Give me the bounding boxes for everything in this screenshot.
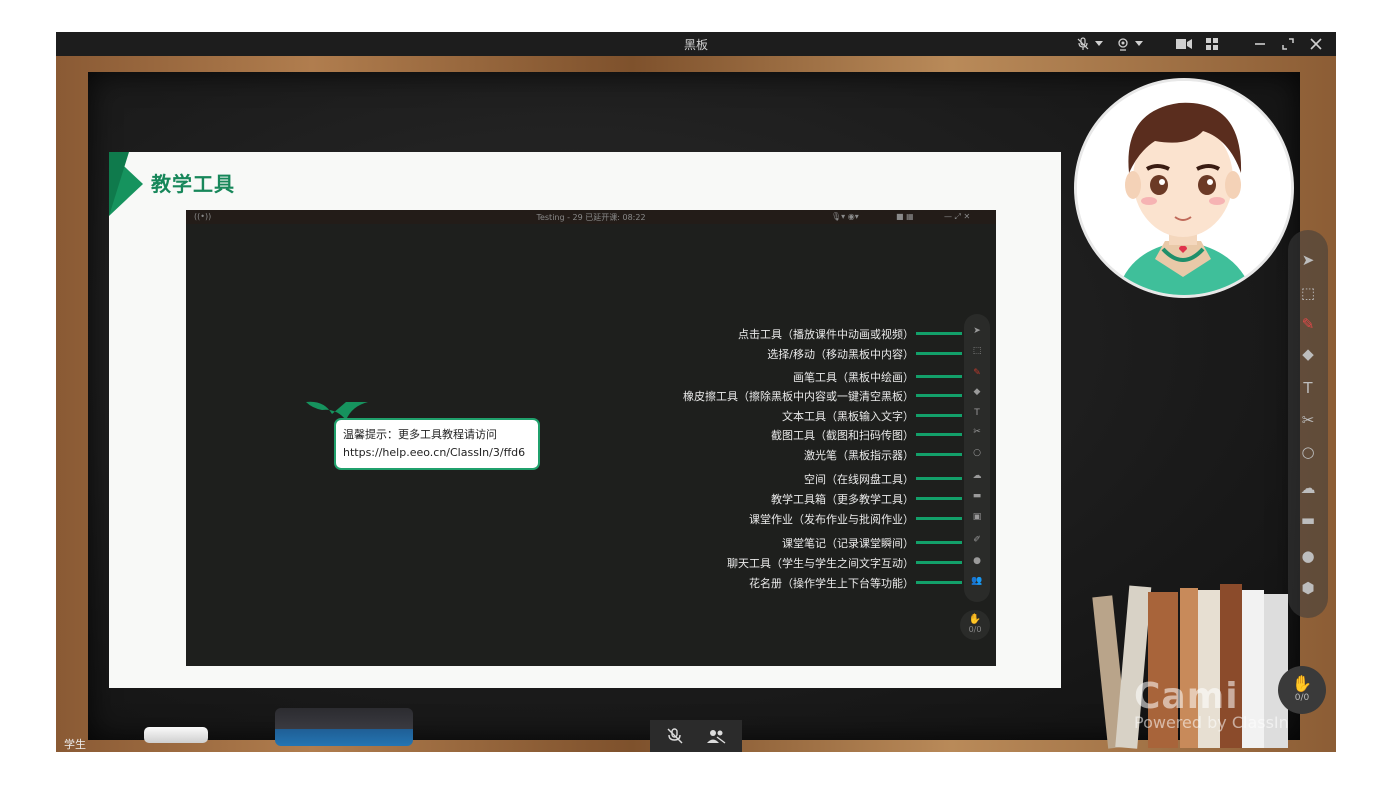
chevron-down-icon[interactable]: [1090, 35, 1108, 53]
text-icon[interactable]: T: [1300, 380, 1316, 396]
eraser-icon: ◆: [973, 387, 981, 397]
hand-icon: ✋: [1292, 674, 1312, 693]
mic-icon: 🎙▾ ◉▾: [831, 212, 859, 221]
guide-line: [916, 414, 962, 417]
eraser-icon[interactable]: ◆: [1300, 346, 1316, 362]
tool-label-screenshot: 截图工具（截图和扫码传图）: [771, 429, 914, 442]
screenshot-pager-count: 0/0: [968, 625, 982, 634]
tool-label-roster: 花名册（操作学生上下台等功能）: [749, 577, 914, 590]
guide-line: [916, 453, 962, 456]
homework-icon: ▣: [972, 512, 982, 522]
guide-line: [916, 541, 962, 544]
fullscreen-icon[interactable]: [1279, 35, 1297, 53]
courseware-slide[interactable]: 教学工具 ((•)) Testing - 29 已延开课: 08:22 🎙▾ ◉…: [109, 152, 1061, 688]
guide-line: [916, 561, 962, 564]
watermark-powered: Powered by ClassIn: [1134, 713, 1289, 732]
tool-label-pen: 画笔工具（黑板中绘画）: [793, 371, 914, 384]
text-icon: T: [974, 408, 980, 418]
watermark: Cami Powered by ClassIn: [1134, 676, 1289, 732]
mic-muted-icon[interactable]: [666, 728, 684, 748]
chevron-down-icon[interactable]: [1130, 35, 1148, 53]
window-controls-icon: — ⤢ ✕: [944, 212, 971, 221]
tool-label-homework: 课堂作业（发布作业与批阅作业）: [749, 513, 914, 526]
guide-line: [916, 581, 962, 584]
chat-icon: ●: [973, 556, 981, 566]
guide-line: [916, 394, 962, 397]
select-icon[interactable]: ⬚: [1300, 285, 1316, 301]
scissors-icon: ✂: [973, 427, 981, 437]
bottom-controls: [650, 720, 742, 752]
screenshot-toolbar: ➤ ⬚ ✎ ◆ T ✂ ○ ☁ ▬ ▣ ✐ ● 👥: [964, 314, 990, 602]
screenshot-title: Testing - 29 已延开课: 08:22: [536, 213, 646, 222]
tool-label-cloud: 空间（在线网盘工具）: [804, 473, 914, 486]
guide-line: [916, 332, 962, 335]
tool-label-eraser: 橡皮擦工具（擦除黑板中内容或一键清空黑板）: [683, 390, 914, 403]
chalk-decoration: [144, 727, 208, 743]
watermark-brand: Cami: [1134, 676, 1239, 717]
tool-label-laser: 激光笔（黑板指示器）: [804, 449, 914, 462]
whiteboard-toolbar: ➤ ⬚ ✎ ◆ T ✂ ○ ☁ ▬ ● ⬢: [1288, 230, 1328, 618]
video-icon: ■ ▦: [896, 212, 914, 221]
guide-line: [916, 375, 962, 378]
board-eraser-decoration: [275, 708, 413, 746]
tip-callout: 温馨提示：更多工具教程请访问 https://help.eeo.cn/Class…: [334, 418, 540, 470]
pointer-icon[interactable]: ➤: [1300, 252, 1316, 268]
guide-line: [916, 477, 962, 480]
tool-label-notes: 课堂笔记（记录课堂瞬间）: [782, 537, 914, 550]
blackboard-window: 黑板 教学工具 ((•)) Testing - 29 已延开课: 08:22 🎙…: [56, 32, 1336, 752]
roster-icon[interactable]: ⬢: [1300, 580, 1316, 596]
page-count: 0/0: [1294, 693, 1310, 703]
scissors-icon[interactable]: ✂: [1300, 412, 1316, 428]
tool-label-toolbox: 教学工具箱（更多教学工具）: [771, 493, 914, 506]
cloud-icon: ☁: [972, 471, 982, 481]
toolbox-icon: ▬: [972, 491, 982, 501]
guide-line: [916, 352, 962, 355]
guide-line: [916, 517, 962, 520]
screenshot-title-bar: ((•)) Testing - 29 已延开课: 08:22 🎙▾ ◉▾ ■ ▦…: [186, 210, 996, 224]
hand-icon: ✋: [968, 614, 982, 625]
grid-icon[interactable]: [1203, 35, 1221, 53]
pen-icon: ✎: [973, 368, 981, 378]
pen-icon[interactable]: ✎: [1300, 316, 1316, 332]
video-icon[interactable]: [1175, 35, 1193, 53]
tool-label-text: 文本工具（黑板输入文字）: [782, 410, 914, 423]
student-label: 学生: [64, 738, 86, 751]
cloud-icon[interactable]: ☁: [1300, 480, 1316, 496]
page-indicator[interactable]: ✋ 0/0: [1278, 666, 1326, 714]
students-icon[interactable]: [706, 728, 726, 748]
laser-icon: ○: [973, 448, 981, 458]
slide-title: 教学工具: [151, 172, 235, 196]
pointer-icon: ➤: [973, 326, 981, 336]
close-icon[interactable]: [1307, 35, 1325, 53]
select-icon: ⬚: [972, 346, 982, 356]
toolbox-icon[interactable]: ▬: [1300, 512, 1316, 528]
minimize-icon[interactable]: [1251, 35, 1269, 53]
laser-icon[interactable]: ○: [1300, 444, 1316, 460]
tip-url: https://help.eeo.cn/ClassIn/3/ffd6: [343, 446, 526, 459]
title-bar: 黑板: [56, 32, 1336, 56]
guide-line: [916, 497, 962, 500]
chat-icon[interactable]: ●: [1300, 548, 1316, 564]
guide-line: [916, 433, 962, 436]
tool-label-click: 点击工具（播放课件中动画或视频）: [738, 328, 914, 341]
tool-guide-screenshot: ((•)) Testing - 29 已延开课: 08:22 🎙▾ ◉▾ ■ ▦…: [186, 210, 996, 666]
teacher-avatar[interactable]: [1074, 78, 1294, 298]
tool-label-chat: 聊天工具（学生与学生之间文字互动）: [727, 557, 914, 570]
tool-label-select: 选择/移动（移动黑板中内容）: [767, 348, 914, 361]
tip-text: 温馨提示：更多工具教程请访问: [343, 428, 497, 441]
notes-icon: ✐: [973, 535, 981, 545]
screenshot-pager: ✋ 0/0: [960, 610, 990, 640]
roster-icon: 👥: [971, 576, 983, 586]
